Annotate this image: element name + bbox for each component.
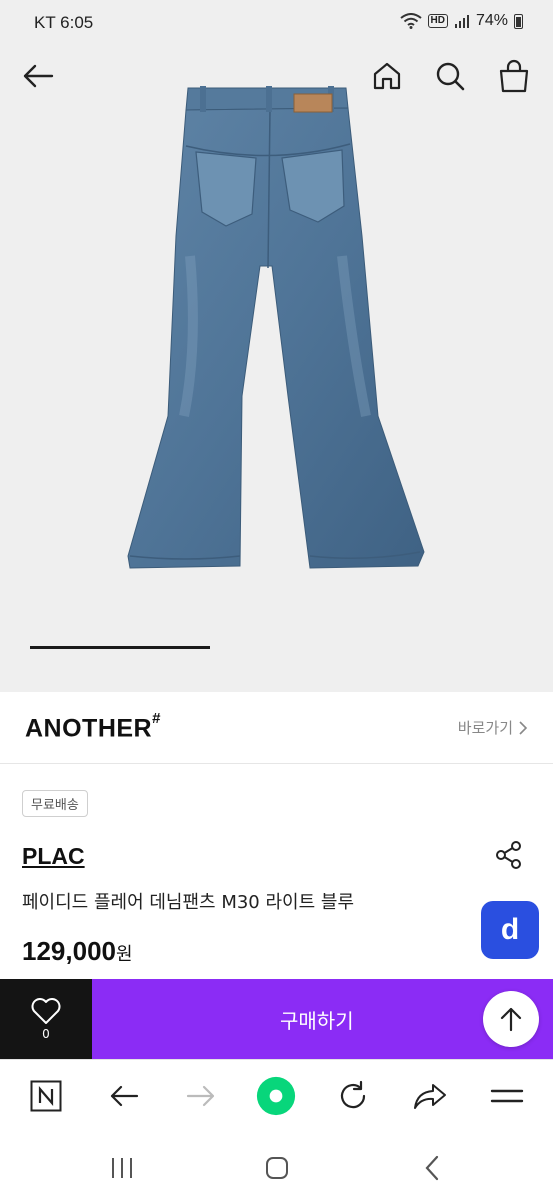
chevron-right-icon — [519, 720, 528, 735]
back-icon[interactable] — [104, 1076, 144, 1116]
battery-percent: 74% — [475, 12, 508, 29]
battery-icon — [514, 13, 523, 29]
brand-name: ANOTHER — [25, 714, 153, 743]
scroll-top-button[interactable] — [483, 991, 539, 1047]
back-arrow-icon[interactable] — [18, 56, 58, 96]
status-icons: HD 74% — [399, 12, 523, 30]
status-bar: KT 6:05 HD 74% — [0, 0, 553, 46]
price-unit: 원 — [115, 944, 133, 965]
signal-icon — [454, 15, 469, 28]
jeans-product-image — [127, 86, 425, 569]
carousel-indicator — [30, 646, 210, 649]
refresh-icon[interactable] — [333, 1076, 373, 1116]
buy-label: 구매하기 — [280, 1009, 354, 1033]
share-icon[interactable] — [410, 1076, 450, 1116]
product-image-area[interactable] — [0, 46, 553, 692]
home-nav-icon[interactable] — [257, 1153, 297, 1183]
carrier-time: KT 6:05 — [34, 13, 94, 32]
d-logo-icon: d — [500, 913, 520, 946]
like-count: 0 — [42, 1027, 50, 1041]
brand-goto-label: 바로가기 — [457, 719, 513, 737]
system-nav-bar — [0, 1133, 553, 1200]
arrow-up-icon — [500, 1007, 522, 1032]
d-app-button[interactable]: d — [481, 901, 539, 959]
heart-icon — [31, 998, 61, 1024]
wifi-icon — [399, 13, 422, 29]
green-dot-icon[interactable] — [256, 1076, 296, 1116]
free-shipping-badge: 무료배송 — [22, 790, 88, 817]
product-name: 페이디드 플레어 데님팬츠 M30 라이트 블루 — [22, 892, 355, 913]
back-nav-icon[interactable] — [412, 1153, 452, 1183]
brand-goto-link[interactable]: 바로가기 — [458, 717, 528, 738]
buy-bar: 0 구매하기 — [0, 979, 553, 1059]
product-price: 129,000원 — [22, 936, 133, 967]
seller-link[interactable]: PLAC — [22, 843, 85, 870]
share-icon[interactable] — [494, 840, 524, 870]
like-button[interactable]: 0 — [0, 979, 92, 1059]
shopping-bag-icon[interactable] — [494, 56, 534, 96]
brand-logo[interactable]: ANOTHER# — [25, 710, 161, 743]
browser-toolbar — [0, 1059, 553, 1133]
naver-n-icon[interactable] — [26, 1076, 66, 1116]
recent-apps-icon[interactable] — [102, 1153, 142, 1183]
forward-icon[interactable] — [181, 1076, 221, 1116]
hd-badge: HD — [427, 14, 448, 28]
menu-icon[interactable] — [487, 1076, 527, 1116]
brand-mark: # — [152, 710, 161, 727]
price-value: 129,000 — [22, 936, 116, 966]
brand-row[interactable]: ANOTHER# 바로가기 — [0, 692, 553, 764]
